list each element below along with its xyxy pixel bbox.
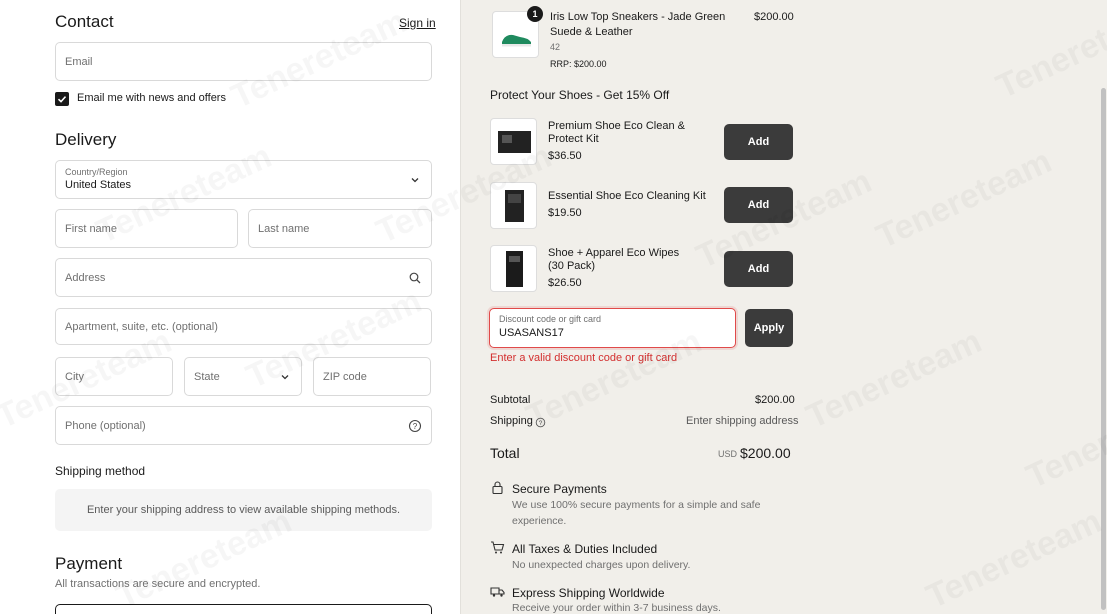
upsell-item-name: Shoe + Apparel Eco Wipes xyxy=(548,247,680,259)
shipping-label: Shipping xyxy=(490,415,533,427)
phone-field[interactable]: Phone (optional) ? xyxy=(55,406,432,445)
country-label: Country/Region xyxy=(65,167,128,177)
discount-label: Discount code or gift card xyxy=(499,314,602,324)
help-icon[interactable]: ? xyxy=(408,419,422,433)
email-placeholder: Email xyxy=(65,55,93,68)
apply-discount-button[interactable]: Apply xyxy=(745,309,793,347)
apartment-field[interactable]: Apartment, suite, etc. (optional) xyxy=(55,308,432,345)
upsell-thumbnail xyxy=(490,182,537,229)
upsell-item-name: Essential Shoe Eco Cleaning Kit xyxy=(548,190,706,202)
checkout-form-panel: Contact Sign in Email Email me with news… xyxy=(0,0,460,614)
feature-desc: Receive your order within 3-7 business d… xyxy=(512,602,721,614)
feature-desc: No unexpected charges upon delivery. xyxy=(512,559,691,571)
delivery-heading: Delivery xyxy=(55,130,117,149)
discount-error: Enter a valid discount code or gift card xyxy=(490,352,678,364)
shipping-method-message: Enter your shipping address to view avai… xyxy=(55,489,432,531)
quantity-badge: 1 xyxy=(527,6,543,22)
product-price: $200.00 xyxy=(754,11,794,23)
sign-in-link[interactable]: Sign in xyxy=(399,16,436,30)
search-icon xyxy=(409,272,421,283)
upsell-item-name: Premium Shoe Eco Clean & xyxy=(548,120,685,132)
add-upsell-button[interactable]: Add xyxy=(724,251,793,287)
payment-subtitle: All transactions are secure and encrypte… xyxy=(55,578,261,590)
lock-icon xyxy=(492,481,503,495)
scrollbar-thumb[interactable] xyxy=(1101,88,1106,610)
product-name-line1: Iris Low Top Sneakers - Jade Green xyxy=(550,11,726,23)
cleaning-kit-image xyxy=(505,190,524,222)
state-select[interactable]: State xyxy=(184,357,302,396)
upsell-heading: Protect Your Shoes - Get 15% Off xyxy=(490,88,670,102)
chevron-down-icon xyxy=(281,374,289,379)
product-rrp: RRP: $200.00 xyxy=(550,59,607,69)
zip-field[interactable]: ZIP code xyxy=(313,357,431,396)
truck-icon xyxy=(490,587,505,597)
shipping-method-heading: Shipping method xyxy=(55,464,146,478)
upsell-item-price: $26.50 xyxy=(548,277,582,289)
email-field[interactable]: Email xyxy=(55,42,432,81)
help-icon[interactable]: ? xyxy=(535,417,546,428)
shipping-value: Enter shipping address xyxy=(686,415,799,427)
payment-method-box[interactable] xyxy=(55,604,432,614)
total-label: Total xyxy=(490,445,520,461)
svg-text:?: ? xyxy=(413,422,418,431)
upsell-item-name-line2: (30 Pack) xyxy=(548,260,596,272)
state-placeholder: State xyxy=(194,370,220,383)
apartment-placeholder: Apartment, suite, etc. (optional) xyxy=(65,320,218,333)
add-upsell-button[interactable]: Add xyxy=(724,187,793,223)
discount-code-field[interactable]: Discount code or gift card USASANS17 xyxy=(489,308,736,348)
subtotal-label: Subtotal xyxy=(490,394,531,406)
city-field[interactable]: City xyxy=(55,357,173,396)
contact-heading: Contact xyxy=(55,12,114,31)
last-name-placeholder: Last name xyxy=(258,222,310,235)
phone-placeholder: Phone (optional) xyxy=(65,419,146,432)
discount-value: USASANS17 xyxy=(499,327,564,339)
country-value: United States xyxy=(65,179,132,191)
upsell-item-price: $36.50 xyxy=(548,150,582,162)
currency-code: USD xyxy=(718,449,738,459)
cart-icon xyxy=(491,541,505,554)
wipes-image xyxy=(506,251,523,287)
total-value: $200.00 xyxy=(740,445,791,461)
upsell-item-name-line2: Protect Kit xyxy=(548,133,599,145)
newsletter-checkbox[interactable] xyxy=(55,92,69,106)
scrollbar[interactable] xyxy=(1099,0,1107,614)
chevron-down-icon xyxy=(411,177,419,182)
feature-title: Express Shipping Worldwide xyxy=(512,586,665,600)
last-name-field[interactable]: Last name xyxy=(248,209,432,248)
upsell-thumbnail xyxy=(490,118,537,165)
first-name-field[interactable]: First name xyxy=(55,209,238,248)
country-select[interactable]: Country/Region United States xyxy=(55,160,432,199)
check-icon xyxy=(57,96,67,103)
feature-title: All Taxes & Duties Included xyxy=(512,542,658,556)
feature-title: Secure Payments xyxy=(512,482,607,496)
address-placeholder: Address xyxy=(65,271,106,284)
upsell-thumbnail xyxy=(490,245,537,292)
feature-desc: We use 100% secure payments for a simple… xyxy=(512,499,761,527)
clean-kit-image xyxy=(498,131,531,153)
address-field[interactable]: Address xyxy=(55,258,432,297)
city-placeholder: City xyxy=(65,370,84,383)
upsell-item-price: $19.50 xyxy=(548,207,582,219)
subtotal-value: $200.00 xyxy=(755,394,795,406)
product-name-line2: Suede & Leather xyxy=(550,26,633,38)
first-name-placeholder: First name xyxy=(65,222,117,235)
add-upsell-button[interactable]: Add xyxy=(724,124,793,160)
svg-text:?: ? xyxy=(539,420,543,427)
product-size: 42 xyxy=(550,42,561,52)
newsletter-label: Email me with news and offers xyxy=(77,92,226,104)
zip-placeholder: ZIP code xyxy=(323,370,367,383)
payment-heading: Payment xyxy=(55,554,123,573)
